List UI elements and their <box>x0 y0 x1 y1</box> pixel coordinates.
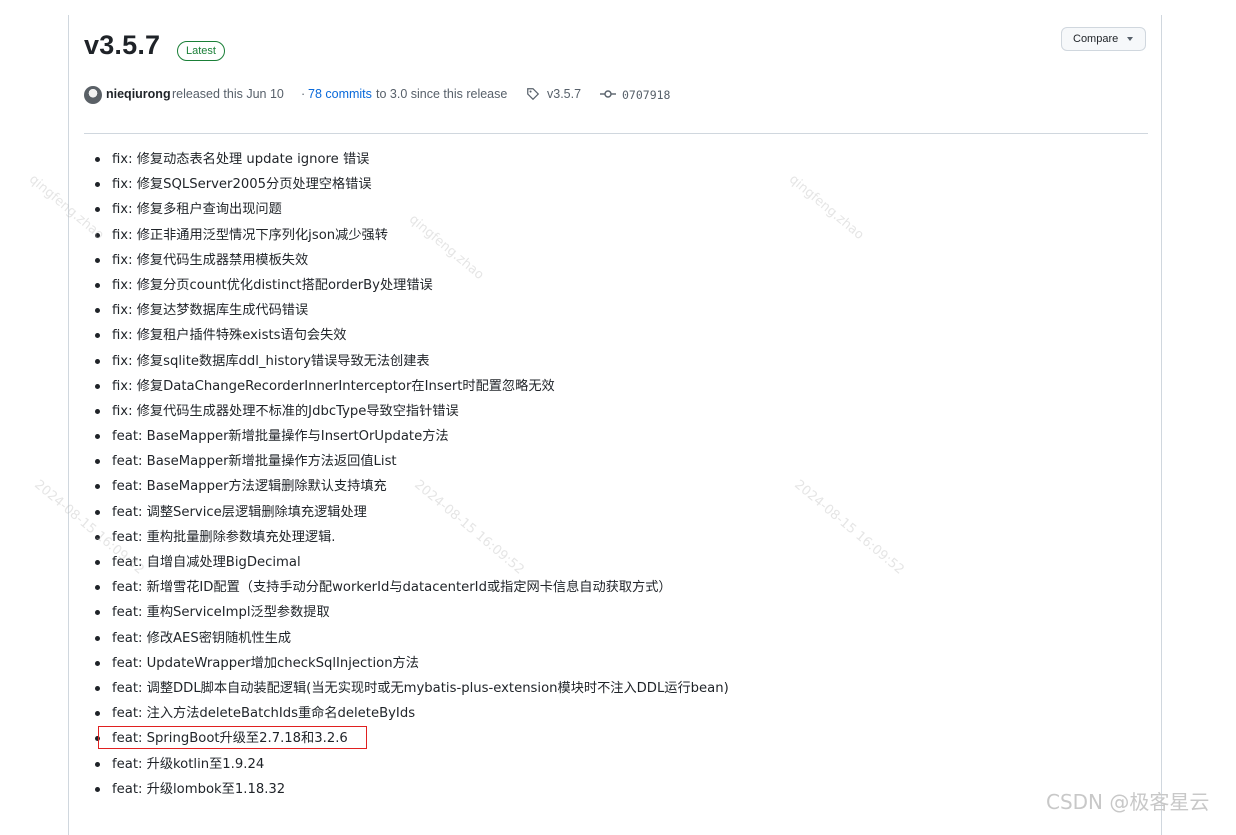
compare-label: Compare <box>1073 33 1119 45</box>
triangle-down-icon <box>1127 37 1133 41</box>
tag-icon <box>526 87 540 105</box>
latest-badge: Latest <box>177 41 225 61</box>
highlight-box <box>98 726 367 749</box>
list-item: feat: 重构批量删除参数填充处理逻辑. <box>95 525 729 550</box>
commits-link[interactable]: 78 commits <box>308 86 372 102</box>
list-item: feat: 重构ServiceImpl泛型参数提取 <box>95 600 729 625</box>
csdn-watermark: CSDN @极客星云 <box>1046 790 1210 814</box>
list-item: fix: 修复DataChangeRecorderInnerIntercepto… <box>95 374 729 399</box>
commits-suffix: to 3.0 since this release <box>376 87 508 101</box>
divider <box>84 133 1148 134</box>
list-item: fix: 修复sqlite数据库ddl_history错误导致无法创建表 <box>95 349 729 374</box>
list-item: feat: 调整DDL脚本自动装配逻辑(当无实现时或无mybatis-plus-… <box>95 676 729 701</box>
list-item: feat: UpdateWrapper增加checkSqlInjection方法 <box>95 651 729 676</box>
list-item: fix: 修复动态表名处理 update ignore 错误 <box>95 147 729 172</box>
list-item: fix: 修复SQLServer2005分页处理空格错误 <box>95 172 729 197</box>
release-notes-list: fix: 修复动态表名处理 update ignore 错误 fix: 修复SQL… <box>95 147 729 802</box>
list-item: fix: 修复租户插件特殊exists语句会失效 <box>95 323 729 348</box>
list-item: feat: BaseMapper方法逻辑删除默认支持填充 <box>95 474 729 499</box>
list-item: feat: BaseMapper新增批量操作方法返回值List <box>95 449 729 474</box>
list-item: feat: 自增自减处理BigDecimal <box>95 550 729 575</box>
release-title[interactable]: v3.5.7 <box>84 30 160 61</box>
list-item: feat: 升级kotlin至1.9.24 <box>95 752 729 777</box>
list-item: fix: 修复分页count优化distinct搭配orderBy处理错误 <box>95 273 729 298</box>
list-item: feat: 升级lombok至1.18.32 <box>95 777 729 802</box>
list-item: feat: 新增雪花ID配置（支持手动分配workerId与datacenter… <box>95 575 729 600</box>
released-text: released this Jun 10 <box>172 87 284 101</box>
tag-link[interactable]: v3.5.7 <box>547 86 581 102</box>
author-link[interactable]: nieqiurong <box>106 86 171 102</box>
list-item: feat: BaseMapper新增批量操作与InsertOrUpdate方法 <box>95 424 729 449</box>
list-item: fix: 修复代码生成器处理不标准的JdbcType导致空指针错误 <box>95 399 729 424</box>
list-item: fix: 修复多租户查询出现问题 <box>95 197 729 222</box>
list-item: feat: 调整Service层逻辑删除填充逻辑处理 <box>95 500 729 525</box>
commit-sha-link[interactable]: 0707918 <box>622 87 670 103</box>
compare-button[interactable]: Compare <box>1061 27 1146 51</box>
meta-separator: · <box>301 87 306 101</box>
avatar[interactable] <box>84 86 102 104</box>
git-commit-icon <box>600 87 616 105</box>
list-item: fix: 修正非通用泛型情况下序列化json减少强转 <box>95 223 729 248</box>
list-item: fix: 修复代码生成器禁用模板失效 <box>95 248 729 273</box>
list-item: feat: 注入方法deleteBatchIds重命名deleteByIds <box>95 701 729 726</box>
list-item: feat: 修改AES密钥随机性生成 <box>95 626 729 651</box>
list-item: fix: 修复达梦数据库生成代码错误 <box>95 298 729 323</box>
